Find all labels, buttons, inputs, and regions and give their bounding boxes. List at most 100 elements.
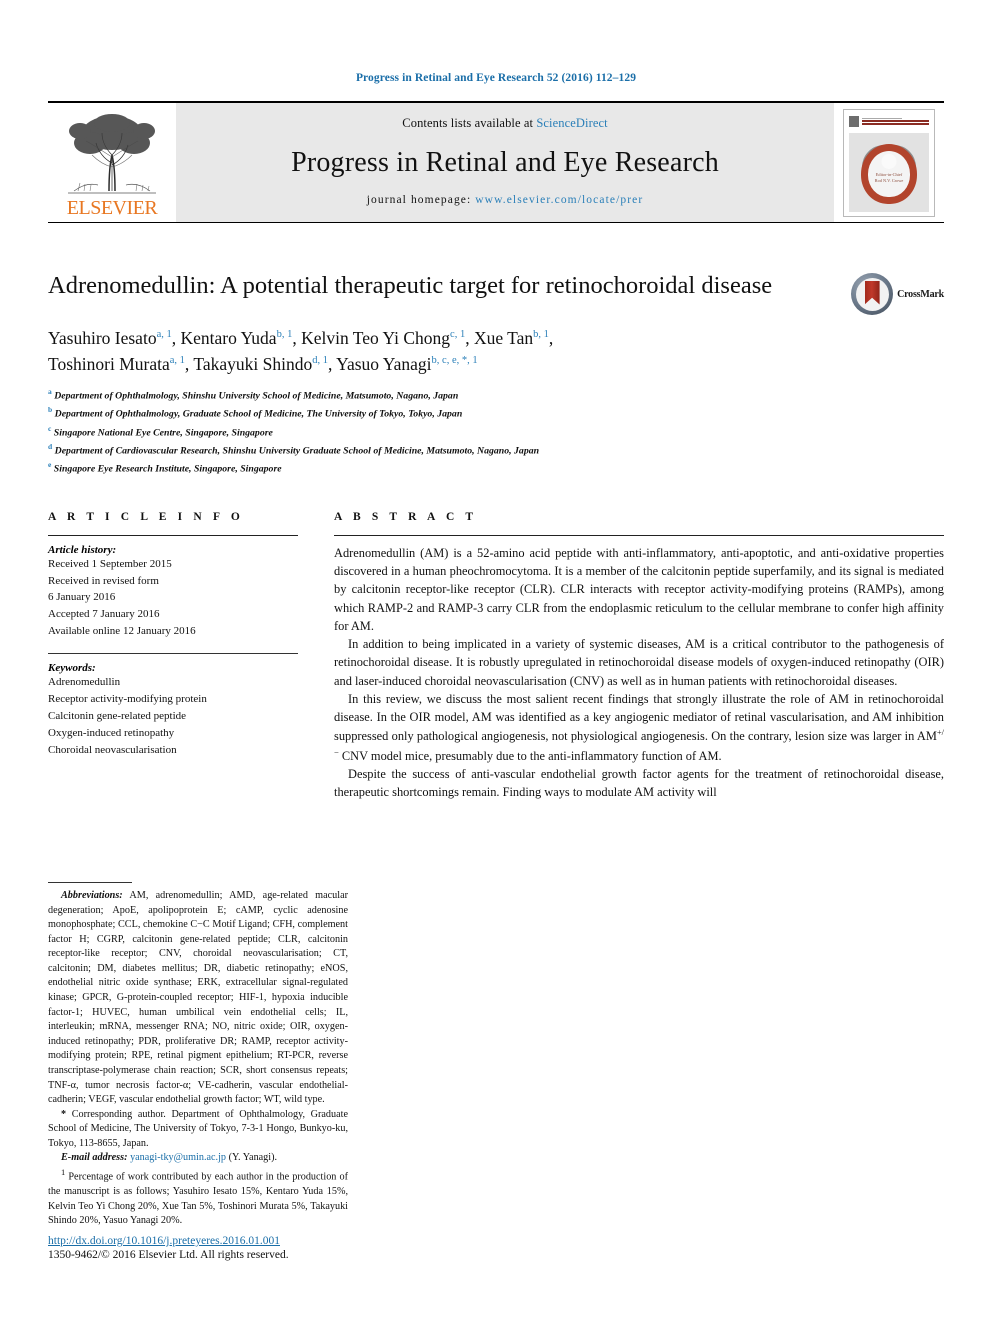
crossmark-icon: [851, 273, 894, 315]
email-label: E-mail address:: [61, 1152, 128, 1164]
contribution-note: 1 Percentage of work contributed by each…: [48, 1166, 348, 1229]
cover-editor-text: Editor-in-Chief Rod N.V. Crowe: [849, 172, 929, 185]
journal-homepage-line: journal homepage: www.elsevier.com/locat…: [367, 194, 644, 206]
author-affil-mark: b, 1: [276, 329, 293, 341]
crossmark-badge[interactable]: CrossMark: [851, 273, 944, 315]
article-history-item: Received in revised form: [48, 574, 159, 587]
contents-available-line: Contents lists available at ScienceDirec…: [402, 116, 607, 131]
author-name: Takayuki Shindo: [193, 354, 313, 375]
elsevier-logo: ELSEVIER: [48, 103, 176, 222]
elsevier-wordmark: ELSEVIER: [66, 197, 158, 219]
article-history-label: Article history:: [48, 543, 117, 556]
keyword-item: Adrenomedullin: [48, 675, 121, 688]
article-history-item: Available online 12 January 2016: [48, 624, 196, 637]
homepage-prefix: journal homepage:: [366, 194, 476, 206]
article-first-page: Progress in Retinal and Eye Research 52 …: [0, 0, 992, 1323]
affiliation-item: b Department of Ophthalmology, Graduate …: [48, 404, 808, 422]
author-item: Yasuo Yanagib, c, e, *, 1: [336, 354, 478, 374]
abstract-column: A B S T R A C T Adrenomedullin (AM) is a…: [334, 511, 944, 802]
divider: [48, 534, 298, 536]
contents-prefix: Contents lists available at: [402, 116, 537, 130]
author-item: Kelvin Teo Yi Chongc, 1: [301, 328, 465, 348]
author-item: Kentaro Yudab, 1: [181, 328, 293, 348]
affiliation-mark: b: [48, 405, 53, 415]
author-name: Toshinori Murata: [48, 354, 170, 375]
abbreviations-label: Abbreviations:: [61, 890, 123, 901]
affiliation-mark: c: [48, 423, 52, 433]
keywords-label: Keywords:: [48, 661, 96, 674]
author-name: Xue Tan: [473, 327, 534, 348]
author-name: Kentaro Yuda: [180, 327, 277, 348]
article-history-item: 6 January 2016: [48, 591, 116, 604]
doi-link[interactable]: http://dx.doi.org/10.1016/j.preteyeres.2…: [48, 1235, 289, 1247]
keyword-item: Oxygen-induced retinopathy: [48, 727, 175, 740]
divider: [334, 534, 944, 536]
crossmark-label: CrossMark: [897, 288, 944, 300]
author-name: Yasuhiro Iesato: [48, 327, 157, 348]
journal-homepage-link[interactable]: www.elsevier.com/locate/prer: [475, 194, 643, 206]
cover-card: Editor-in-Chief Rod N.V. Crowe: [843, 108, 935, 217]
page-title: Adrenomedullin: A potential therapeutic …: [48, 272, 773, 299]
affiliation-item: e Singapore Eye Research Institute, Sing…: [48, 459, 808, 477]
author-name: Yasuo Yanagi: [336, 354, 432, 375]
footer-block: http://dx.doi.org/10.1016/j.preteyeres.2…: [48, 1235, 289, 1261]
affiliation-mark: a: [48, 387, 52, 397]
abstract-paragraph: In addition to being implicated in a var…: [334, 637, 944, 688]
masthead-center: Contents lists available at ScienceDirec…: [176, 103, 834, 222]
author-item: Takayuki Shindod, 1: [193, 354, 328, 374]
email-note: E-mail address: yanagi-tky@umin.ac.jp (Y…: [48, 1151, 348, 1166]
journal-title: Progress in Retinal and Eye Research: [291, 146, 719, 178]
contribution-text: Percentage of work contributed by each a…: [48, 1171, 348, 1227]
corresponding-author-note: * Corresponding author. Department of Op…: [48, 1108, 348, 1152]
article-info-heading: A R T I C L E I N F O: [48, 510, 244, 523]
affiliation-mark: e: [48, 459, 52, 469]
divider: [48, 652, 298, 654]
abstract-paragraph: Despite the success of anti-vascular end…: [334, 767, 944, 800]
keyword-item: Choroidal neovascularisation: [48, 744, 177, 757]
email-link[interactable]: yanagi-tky@umin.ac.jp: [130, 1152, 226, 1163]
cover-editor-name: Rod N.V. Crowe: [874, 178, 904, 184]
affiliation-item: a Department of Ophthalmology, Shinshu U…: [48, 386, 808, 404]
cover-title-bars: [862, 117, 929, 125]
author-affil-mark: a, 1: [156, 329, 172, 341]
footnote-divider: [48, 882, 132, 883]
cover-logo-icon: [849, 115, 859, 127]
affiliation-text: Singapore National Eye Centre, Singapore…: [53, 426, 273, 438]
article-info-column: A R T I C L E I N F O Article history: R…: [48, 511, 298, 802]
elsevier-tree-icon: [60, 111, 164, 197]
affiliation-text: Department of Ophthalmology, Shinshu Uni…: [54, 390, 459, 402]
footnote-block: Abbreviations: AM, adrenomedullin; AMD, …: [48, 882, 348, 1229]
affiliation-mark: d: [48, 441, 53, 451]
affiliation-item: d Department of Cardiovascular Research,…: [48, 441, 808, 459]
cover-header: [849, 115, 929, 128]
abstract-body: Adrenomedullin (AM) is a 52-amino acid p…: [334, 544, 944, 802]
affiliation-list: a Department of Ophthalmology, Shinshu U…: [48, 386, 808, 477]
abstract-paragraph: In this review, we discuss the most sali…: [334, 691, 944, 763]
abbreviations-note: Abbreviations: AM, adrenomedullin; AMD, …: [48, 889, 348, 1108]
info-abstract-columns: A R T I C L E I N F O Article history: R…: [48, 511, 944, 802]
author-name: Kelvin Teo Yi Chong: [301, 327, 451, 348]
corresponding-text: Corresponding author. Department of Opht…: [48, 1108, 348, 1149]
abstract-paragraph: Adrenomedullin (AM) is a 52-amino acid p…: [334, 545, 944, 633]
affiliation-text: Department of Cardiovascular Research, S…: [54, 445, 540, 456]
author-line-2: Toshinori Murataa, 1, Takayuki Shindod, …: [48, 354, 478, 375]
author-affil-mark: a, 1: [169, 355, 185, 367]
cover-artwork-eye: Editor-in-Chief Rod N.V. Crowe: [849, 132, 929, 212]
running-head: Progress in Retinal and Eye Research 52 …: [355, 72, 637, 84]
author-item: Yasuhiro Iesatoa, 1: [48, 328, 172, 348]
journal-cover-thumbnail: Editor-in-Chief Rod N.V. Crowe: [834, 103, 944, 222]
affiliation-item: c Singapore National Eye Centre, Singapo…: [48, 423, 808, 441]
author-affil-mark: b, c, e, *, 1: [431, 355, 478, 367]
keyword-item: Calcitonin gene-related peptide: [48, 709, 187, 722]
author-list: Yasuhiro Iesatoa, 1, Kentaro Yudab, 1, K…: [48, 325, 808, 477]
author-affil-mark: d, 1: [312, 355, 328, 367]
title-block: Adrenomedullin: A potential therapeutic …: [48, 271, 944, 315]
author-item: Toshinori Murataa, 1: [48, 354, 185, 374]
article-history-item: Accepted 7 January 2016: [48, 608, 160, 621]
author-item: Xue Tanb, 1: [474, 328, 549, 348]
footnote-body: Abbreviations: AM, adrenomedullin; AMD, …: [48, 889, 348, 1229]
sciencedirect-link[interactable]: ScienceDirect: [536, 116, 607, 130]
abbreviations-text: AM, adrenomedullin; AMD, age-related mac…: [48, 890, 348, 1106]
author-affil-mark: b, 1: [533, 329, 549, 341]
affiliation-text: Department of Ophthalmology, Graduate Sc…: [54, 408, 463, 420]
